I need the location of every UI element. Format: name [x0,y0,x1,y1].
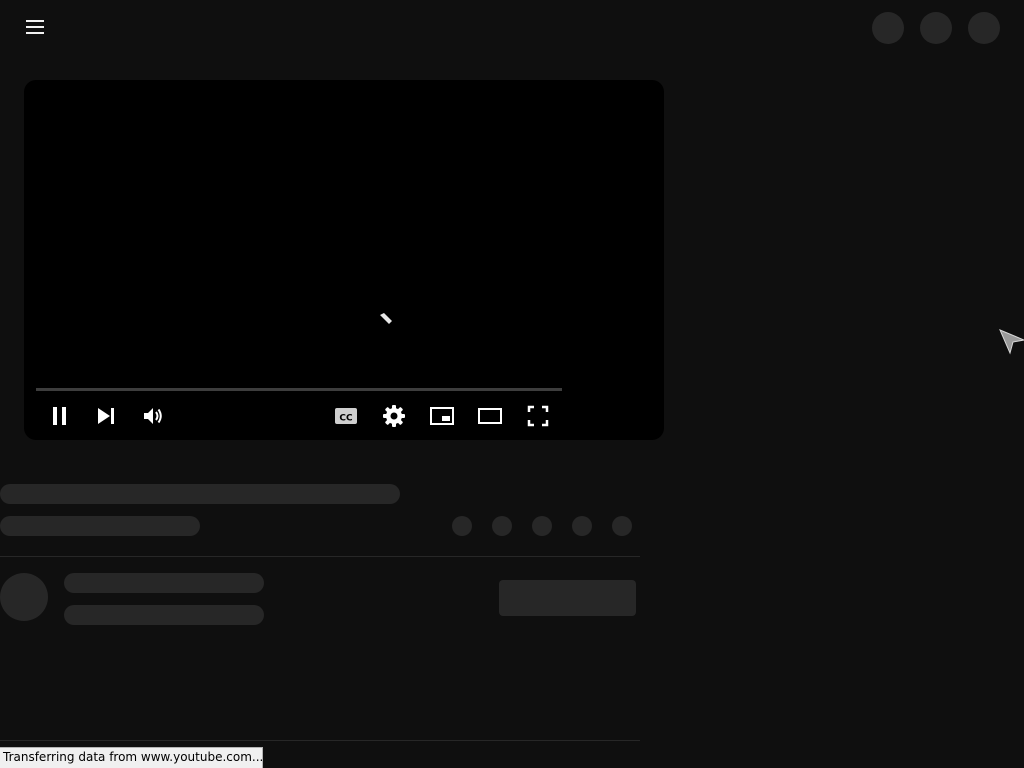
header-placeholder-3 [968,12,1000,44]
action-placeholder-1 [452,516,472,536]
settings-button[interactable] [378,400,410,432]
subscribe-placeholder [499,580,636,616]
miniplayer-button[interactable] [426,400,458,432]
divider [0,740,640,741]
meta-placeholder [0,516,200,536]
gear-icon [383,405,405,427]
title-placeholder [0,484,400,504]
miniplayer-icon [430,407,454,425]
captions-button[interactable]: CC [330,400,362,432]
skip-next-icon [98,408,114,424]
channel-name-placeholder [64,573,264,593]
next-button[interactable] [90,400,122,432]
mouse-pointer-icon [999,329,1024,355]
header-placeholder-1 [872,12,904,44]
page: CC Transferring data from www.youtube.co… [0,0,1024,768]
video-player[interactable]: CC [24,80,664,440]
avatar-placeholder [0,573,48,621]
cc-icon: CC [335,408,357,424]
menu-button[interactable] [25,18,47,36]
fullscreen-button[interactable] [522,400,554,432]
divider [0,556,640,557]
action-placeholder-5 [612,516,632,536]
svg-text:CC: CC [339,414,353,424]
loading-spinner-icon [380,313,392,324]
action-placeholder-2 [492,516,512,536]
channel-meta-placeholder [64,605,264,625]
action-placeholder-4 [572,516,592,536]
theater-icon [478,408,502,424]
volume-button[interactable] [137,400,169,432]
theater-mode-button[interactable] [474,400,506,432]
progress-bar[interactable] [36,388,562,391]
header-placeholder-2 [920,12,952,44]
action-placeholder-3 [532,516,552,536]
volume-icon [144,408,162,424]
status-bar: Transferring data from www.youtube.com..… [0,747,263,768]
pause-button[interactable] [44,400,76,432]
fullscreen-icon [527,405,549,427]
hamburger-menu-icon [26,20,44,22]
pause-icon [53,407,66,425]
